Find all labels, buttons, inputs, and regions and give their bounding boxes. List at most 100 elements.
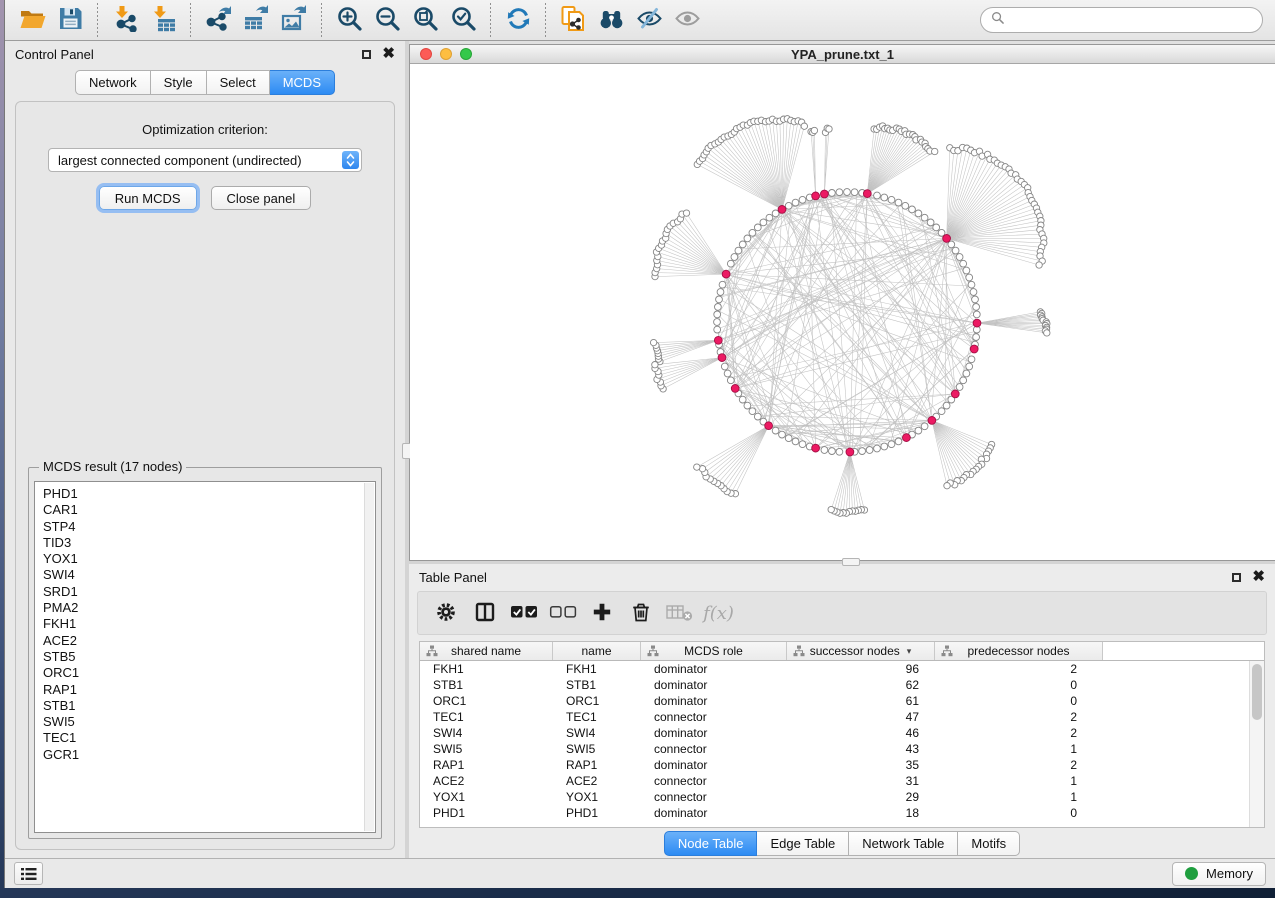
- graph-node[interactable]: [973, 304, 980, 311]
- graph-hub-node[interactable]: [714, 336, 722, 344]
- mcds-result-item[interactable]: YOX1: [43, 551, 367, 567]
- graph-node[interactable]: [943, 402, 950, 409]
- graph-node[interactable]: [915, 427, 922, 434]
- export-network-button[interactable]: [199, 3, 237, 37]
- graph-node[interactable]: [966, 363, 973, 370]
- delete-column-button[interactable]: [621, 594, 660, 632]
- close-table-panel-icon[interactable]: ✖: [1252, 572, 1265, 582]
- graph-node[interactable]: [715, 304, 722, 311]
- mcds-result-item[interactable]: GCR1: [43, 747, 367, 763]
- graph-node[interactable]: [821, 447, 828, 454]
- tab-network-table[interactable]: Network Table: [849, 831, 958, 856]
- graph-node[interactable]: [866, 447, 873, 454]
- graph-node[interactable]: [719, 281, 726, 288]
- mcds-result-item[interactable]: CAR1: [43, 502, 367, 518]
- mcds-result-item[interactable]: PMA2: [43, 600, 367, 616]
- graph-node[interactable]: [716, 296, 723, 303]
- graph-node[interactable]: [714, 311, 721, 318]
- hide-selected-button[interactable]: [630, 3, 668, 37]
- network-canvas[interactable]: [410, 64, 1275, 560]
- graph-leaf-node[interactable]: [811, 127, 817, 133]
- graph-node[interactable]: [921, 423, 928, 430]
- graph-hub-node[interactable]: [812, 444, 820, 452]
- function-builder-button[interactable]: f(x): [699, 594, 738, 632]
- graph-node[interactable]: [799, 196, 806, 203]
- graph-hub-node[interactable]: [722, 270, 730, 278]
- show-task-history-button[interactable]: [14, 862, 43, 885]
- graph-node[interactable]: [968, 281, 975, 288]
- graph-node[interactable]: [772, 427, 779, 434]
- tab-style[interactable]: Style: [151, 70, 207, 95]
- column-header-mcds-role[interactable]: MCDS role: [641, 642, 787, 660]
- graph-node[interactable]: [749, 408, 756, 415]
- graph-hub-node[interactable]: [863, 190, 871, 198]
- network-window-titlebar[interactable]: YPA_prune.txt_1: [410, 45, 1275, 64]
- graph-hub-node[interactable]: [928, 417, 936, 425]
- graph-node[interactable]: [970, 289, 977, 296]
- graph-node[interactable]: [902, 202, 909, 209]
- graph-node[interactable]: [792, 199, 799, 206]
- column-header-shared-name[interactable]: shared name: [420, 642, 553, 660]
- graph-leaf-node[interactable]: [932, 148, 938, 154]
- graph-node[interactable]: [915, 210, 922, 217]
- graph-node[interactable]: [933, 224, 940, 231]
- column-header-successor-nodes[interactable]: successor nodes▾: [787, 642, 935, 660]
- column-header-name[interactable]: name: [553, 642, 641, 660]
- mcds-result-item[interactable]: FKH1: [43, 616, 367, 632]
- graph-node[interactable]: [859, 448, 866, 455]
- clear-table-button[interactable]: [660, 594, 699, 632]
- graph-leaf-node[interactable]: [801, 123, 807, 129]
- graph-leaf-node[interactable]: [694, 464, 700, 470]
- select-all-button[interactable]: [504, 594, 543, 632]
- horizontal-splitter[interactable]: [409, 561, 1275, 564]
- mcds-result-item[interactable]: STB5: [43, 649, 367, 665]
- graph-node[interactable]: [909, 206, 916, 213]
- graph-node[interactable]: [754, 224, 761, 231]
- tab-node-table[interactable]: Node Table: [664, 831, 758, 856]
- graph-node[interactable]: [829, 190, 836, 197]
- horizontal-splitter-handle[interactable]: [842, 558, 860, 566]
- graph-node[interactable]: [760, 219, 767, 226]
- tab-motifs[interactable]: Motifs: [958, 831, 1020, 856]
- float-table-panel-icon[interactable]: [1232, 573, 1241, 582]
- open-file-button[interactable]: [13, 3, 51, 37]
- graph-node[interactable]: [714, 319, 721, 326]
- first-neighbors-button[interactable]: [592, 3, 630, 37]
- graph-hub-node[interactable]: [903, 434, 911, 442]
- graph-node[interactable]: [714, 326, 721, 333]
- graph-node[interactable]: [963, 370, 970, 377]
- zoom-selected-button[interactable]: [444, 3, 482, 37]
- refresh-layout-button[interactable]: [499, 3, 537, 37]
- graph-node[interactable]: [749, 229, 756, 236]
- graph-hub-node[interactable]: [846, 448, 854, 456]
- graph-node[interactable]: [727, 377, 734, 384]
- graph-node[interactable]: [973, 334, 980, 341]
- import-network-button[interactable]: [106, 3, 144, 37]
- graph-hub-node[interactable]: [778, 206, 786, 214]
- graph-node[interactable]: [938, 408, 945, 415]
- float-panel-icon[interactable]: [362, 50, 371, 59]
- export-table-button[interactable]: [237, 3, 275, 37]
- optimization-criterion-select[interactable]: largest connected component (undirected): [48, 148, 362, 172]
- graph-node[interactable]: [881, 194, 888, 201]
- table-row[interactable]: ORC1ORC1dominator610: [420, 693, 1264, 709]
- graph-node[interactable]: [921, 214, 928, 221]
- mcds-result-item[interactable]: STB1: [43, 698, 367, 714]
- table-row[interactable]: SWI5SWI5connector431: [420, 741, 1264, 757]
- graph-node[interactable]: [739, 241, 746, 248]
- graph-leaf-node[interactable]: [683, 210, 689, 216]
- close-panel-icon[interactable]: ✖: [382, 49, 395, 59]
- graph-node[interactable]: [881, 443, 888, 450]
- graph-node[interactable]: [744, 235, 751, 242]
- graph-node[interactable]: [836, 448, 843, 455]
- mcds-result-item[interactable]: ORC1: [43, 665, 367, 681]
- add-column-button[interactable]: [582, 594, 621, 632]
- table-scrollbar[interactable]: [1249, 661, 1264, 827]
- graph-leaf-node[interactable]: [652, 362, 658, 368]
- mcds-result-item[interactable]: SWI5: [43, 714, 367, 730]
- graph-hub-node[interactable]: [951, 390, 959, 398]
- result-list-scrollbar[interactable]: [364, 483, 374, 831]
- vertical-splitter[interactable]: [405, 41, 409, 858]
- graph-node[interactable]: [960, 260, 967, 267]
- graph-node[interactable]: [874, 192, 881, 199]
